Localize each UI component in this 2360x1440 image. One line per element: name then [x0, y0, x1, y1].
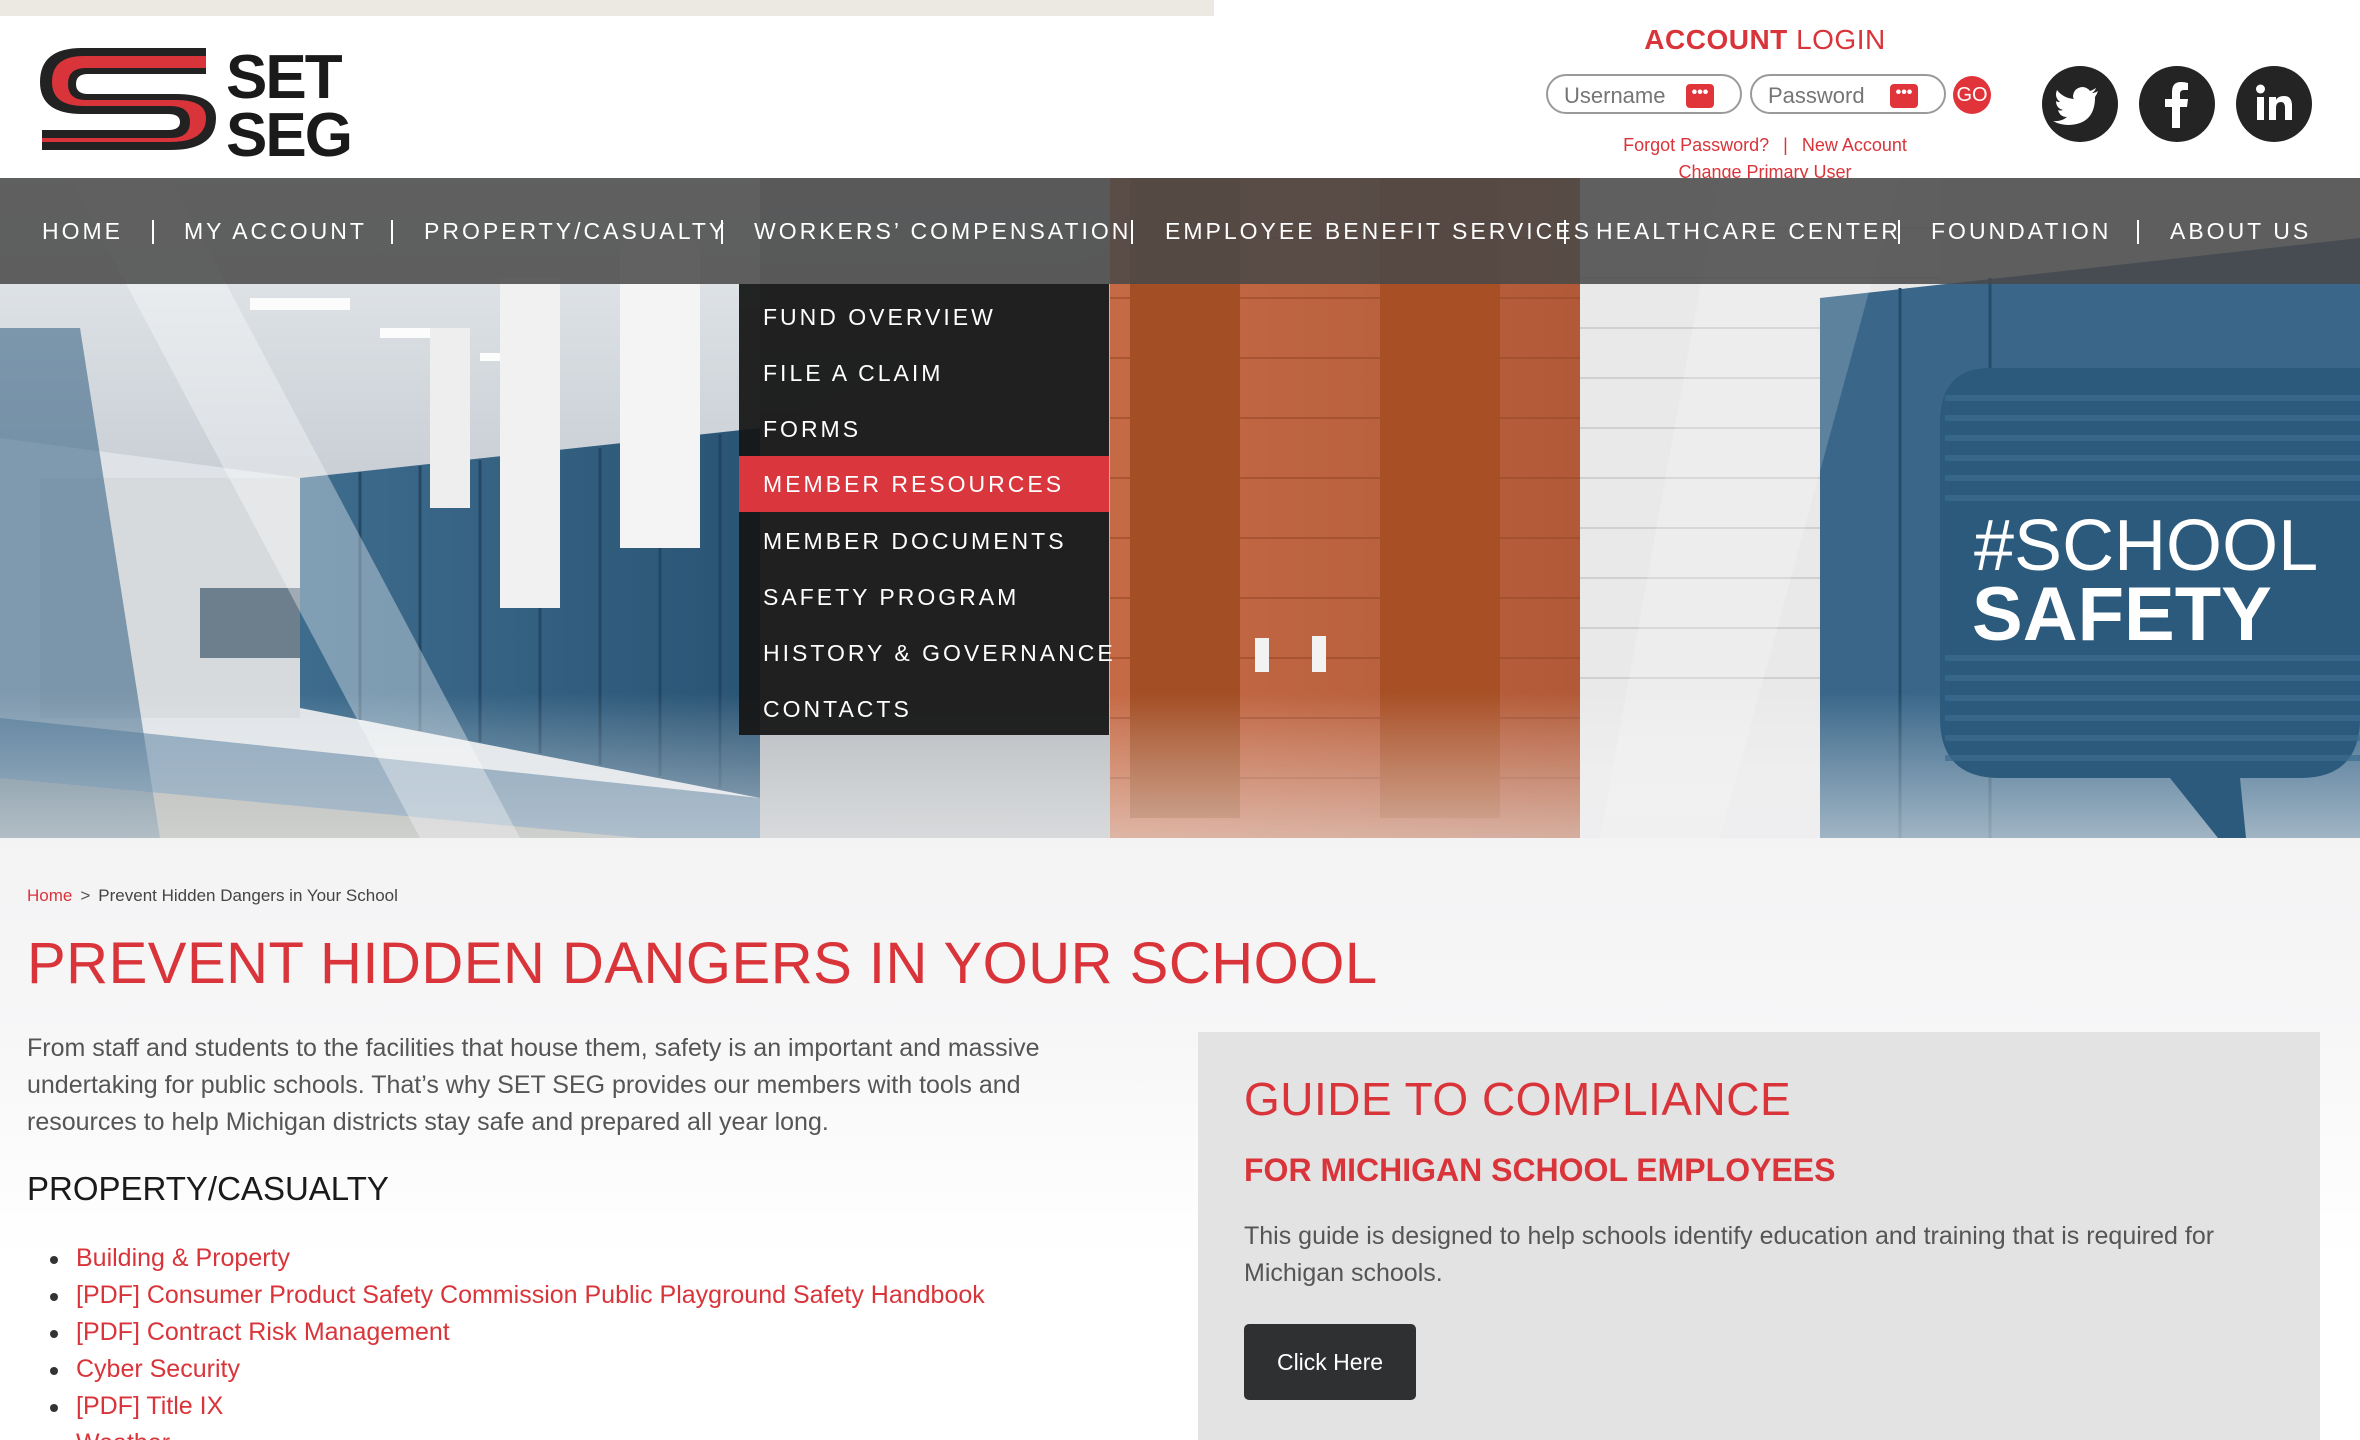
nav-divider: [1131, 220, 1133, 244]
breadcrumb: Home > Prevent Hidden Dangers in Your Scho…: [27, 886, 398, 906]
nav-foundation[interactable]: FOUNDATION: [1931, 178, 2111, 284]
nav-divider: [391, 220, 393, 244]
click-here-button[interactable]: Click Here: [1244, 1324, 1416, 1400]
keyboard-icon[interactable]: •••: [1890, 84, 1918, 108]
guide-title: GUIDE TO COMPLIANCE: [1244, 1073, 1792, 1125]
workers-comp-dropdown: FUND OVERVIEW FILE A CLAIM FORMS MEMBER …: [739, 284, 1113, 737]
menu-item-member-resources[interactable]: MEMBER RESOURCES: [739, 456, 1109, 512]
link-separator: |: [1783, 135, 1788, 155]
username-input[interactable]: [1564, 83, 1684, 109]
guide-panel: GUIDE TO COMPLIANCE FOR MICHIGAN SCHOOL …: [1198, 1032, 2320, 1440]
link-building-property[interactable]: Building & Property: [50, 1240, 985, 1277]
section-heading: PROPERTY/CASUALTY: [27, 1170, 389, 1207]
badge-safety: SAFETY: [1972, 572, 2272, 657]
login-title-light: LOGIN: [1796, 24, 1886, 55]
nav-divider: [152, 220, 154, 244]
go-button[interactable]: GO: [1953, 76, 1991, 114]
nav-employee-benefit-services[interactable]: EMPLOYEE BENEFIT SERVICES: [1165, 178, 1592, 284]
nav-divider: [1564, 220, 1566, 244]
logo-mark: SET SEG: [40, 43, 353, 160]
site-header: SET SEG ACCOUNT LOGIN ••• ••• GO Forgot …: [0, 16, 2360, 182]
logo-text-seg: SEG: [226, 101, 351, 160]
nav-about-us[interactable]: ABOUT US: [2170, 178, 2311, 284]
nav-divider: [721, 220, 723, 244]
nav-home[interactable]: HOME: [42, 178, 123, 284]
new-account-link[interactable]: New Account: [1802, 135, 1907, 155]
nav-my-account[interactable]: MY ACCOUNT: [184, 178, 367, 284]
main-nav: HOME MY ACCOUNT PROPERTY/CASUALTY WORKER…: [0, 178, 2360, 284]
twitter-icon[interactable]: [2042, 66, 2118, 142]
linkedin-icon[interactable]: [2236, 66, 2312, 142]
nav-workers-compensation[interactable]: WORKERS’ COMPENSATION: [754, 178, 1131, 284]
menu-item-contacts[interactable]: CONTACTS: [739, 681, 1109, 737]
link-title-ix[interactable]: [PDF] Title IX: [50, 1388, 985, 1425]
nav-divider: [2137, 220, 2139, 244]
nav-property-casualty[interactable]: PROPERTY/CASUALTY: [424, 178, 727, 284]
set-seg-logo[interactable]: SET SEG: [30, 34, 360, 160]
account-login: ACCOUNT LOGIN ••• ••• GO Forgot Password…: [1540, 24, 2010, 184]
password-input[interactable]: [1768, 83, 1888, 109]
resource-links: Building & Property [PDF] Consumer Produ…: [50, 1240, 985, 1440]
menu-item-member-documents[interactable]: MEMBER DOCUMENTS: [739, 513, 1109, 569]
menu-item-fund-overview[interactable]: FUND OVERVIEW: [739, 289, 1109, 345]
menu-item-file-a-claim[interactable]: FILE A CLAIM: [739, 345, 1109, 401]
link-weather[interactable]: Weather: [50, 1425, 985, 1440]
forgot-password-link[interactable]: Forgot Password?: [1623, 135, 1769, 155]
keyboard-icon[interactable]: •••: [1686, 84, 1714, 108]
nav-divider: [1898, 220, 1900, 244]
intro-paragraph: From staff and students to the facilitie…: [27, 1034, 1040, 1136]
facebook-icon[interactable]: [2139, 66, 2215, 142]
username-field[interactable]: •••: [1546, 74, 1742, 114]
guide-description: This guide is designed to help schools i…: [1244, 1222, 2215, 1287]
link-playground-safety-handbook[interactable]: [PDF] Consumer Product Safety Commission…: [50, 1277, 985, 1314]
password-field[interactable]: •••: [1750, 74, 1946, 114]
menu-item-history-governance[interactable]: HISTORY & GOVERNANCE: [739, 625, 1113, 681]
login-title-bold: ACCOUNT: [1644, 24, 1788, 55]
breadcrumb-separator: >: [80, 886, 91, 905]
login-title: ACCOUNT LOGIN: [1540, 24, 1990, 56]
menu-item-safety-program[interactable]: SAFETY PROGRAM: [739, 569, 1109, 625]
menu-item-forms[interactable]: FORMS: [739, 401, 1109, 457]
breadcrumb-home-link[interactable]: Home: [27, 886, 72, 905]
top-strip: [0, 0, 1214, 16]
link-cyber-security[interactable]: Cyber Security: [50, 1351, 985, 1388]
guide-subtitle: FOR MICHIGAN SCHOOL EMPLOYEES: [1244, 1152, 1836, 1188]
nav-healthcare-center[interactable]: HEALTHCARE CENTER: [1596, 178, 1901, 284]
link-contract-risk-management[interactable]: [PDF] Contract Risk Management: [50, 1314, 985, 1351]
breadcrumb-current: Prevent Hidden Dangers in Your School: [98, 886, 398, 905]
page-title: PREVENT HIDDEN DANGERS IN YOUR SCHOOL: [27, 931, 1378, 996]
